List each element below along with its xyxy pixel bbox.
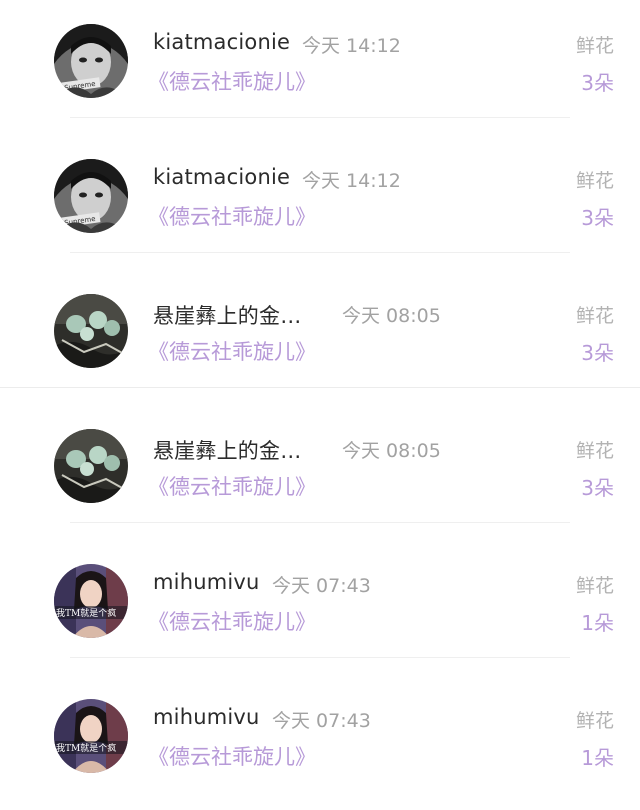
gift-count: 3朵 [581,206,614,230]
avatar-girl-photo-icon: 我TM就是个疯 [54,564,128,638]
avatar[interactable]: 我TM就是个疯 [54,564,128,638]
gift-count: 1朵 [581,746,614,770]
work-title-link[interactable]: 《德云社乖旋儿》 [148,336,316,366]
gift-count: 1朵 [581,611,614,635]
work-title-link[interactable]: 《德云社乖旋儿》 [148,201,316,231]
row-divider [70,522,570,523]
gift-type-label: 鲜花 [575,35,614,57]
gift-time: 今天 07:43 [272,710,371,732]
avatar[interactable]: Supreme [54,159,128,233]
gift-count: 3朵 [581,476,614,500]
gift-count: 3朵 [581,341,614,365]
avatar-jade-ornaments-icon [54,429,128,503]
gift-type-label: 鲜花 [575,305,614,327]
row-divider [70,117,570,118]
gift-type-label: 鲜花 [575,170,614,192]
user-name[interactable]: 悬崖彝上的金… [153,435,301,465]
row-divider [0,387,640,388]
avatar-girl-photo-icon: 我TM就是个疯 [54,699,128,773]
list-item[interactable]: Supreme kiatmacionie 今天 14:12 《德云社乖旋儿》 鲜… [0,0,640,135]
user-name[interactable]: mihumivu [153,570,260,594]
gift-time: 今天 14:12 [302,170,401,192]
user-name[interactable]: kiatmacionie [153,30,290,54]
gift-type-label: 鲜花 [575,710,614,732]
work-title-link[interactable]: 《德云社乖旋儿》 [148,471,316,501]
avatar-caption-text: 我TM就是个疯 [56,607,116,619]
list-item[interactable]: Supreme kiatmacionie 今天 14:12 《德云社乖旋儿》 鲜… [0,135,640,270]
avatar-bw-girl-supreme-icon: Supreme [54,159,128,233]
list-item[interactable]: 悬崖彝上的金… 今天 08:05 《德云社乖旋儿》 鲜花 3朵 [0,405,640,540]
gift-count: 3朵 [581,71,614,95]
avatar[interactable]: Supreme [54,24,128,98]
gift-time: 今天 07:43 [272,575,371,597]
user-name[interactable]: mihumivu [153,705,260,729]
list-item[interactable]: 我TM就是个疯 mihumivu 今天 07:43 《德云社乖旋儿》 鲜花 1朵 [0,540,640,675]
work-title-link[interactable]: 《德云社乖旋儿》 [148,606,316,636]
list-item[interactable]: 悬崖彝上的金… 今天 08:05 《德云社乖旋儿》 鲜花 3朵 [0,270,640,405]
row-divider [70,252,570,253]
gift-time: 今天 08:05 [342,440,441,462]
gift-type-label: 鲜花 [575,575,614,597]
avatar[interactable]: 我TM就是个疯 [54,699,128,773]
avatar-caption-text: 我TM就是个疯 [56,742,116,754]
user-name[interactable]: 悬崖彝上的金… [153,300,301,330]
gift-time: 今天 08:05 [342,305,441,327]
work-title-link[interactable]: 《德云社乖旋儿》 [148,66,316,96]
user-name[interactable]: kiatmacionie [153,165,290,189]
avatar[interactable] [54,294,128,368]
work-title-link[interactable]: 《德云社乖旋儿》 [148,741,316,771]
list-item[interactable]: 我TM就是个疯 mihumivu 今天 07:43 《德云社乖旋儿》 鲜花 1朵 [0,675,640,810]
gift-time: 今天 14:12 [302,35,401,57]
row-divider [70,657,570,658]
avatar-bw-girl-supreme-icon: Supreme [54,24,128,98]
avatar-jade-ornaments-icon [54,294,128,368]
gift-type-label: 鲜花 [575,440,614,462]
avatar[interactable] [54,429,128,503]
